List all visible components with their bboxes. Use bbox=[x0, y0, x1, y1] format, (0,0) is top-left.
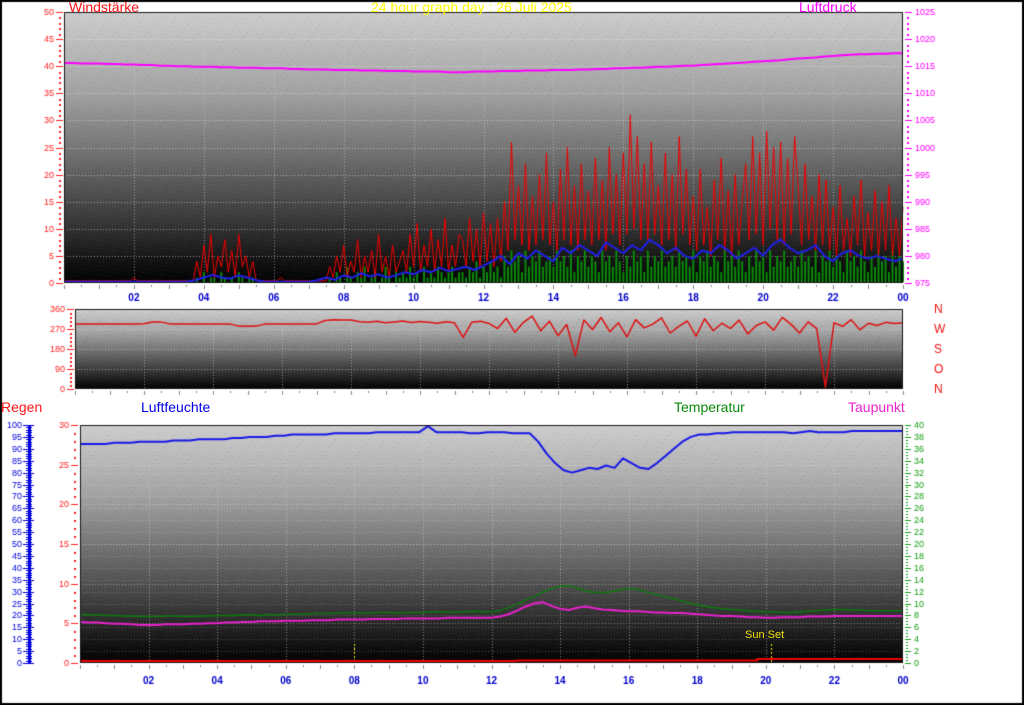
temperatur-label: Temperatur bbox=[674, 399, 745, 415]
windstaerke-label: Windstärke bbox=[69, 0, 140, 15]
luftdruck-label: Luftdruck bbox=[799, 0, 857, 15]
regen-label: Regen bbox=[1, 399, 43, 415]
weather-24h-graph: Windstärke 24 hour graph day : 26 Juli 2… bbox=[0, 0, 1024, 705]
weather-charts-canvas bbox=[0, 0, 1024, 705]
graph-title: 24 hour graph day : 26 Juli 2025 bbox=[371, 0, 572, 15]
sunset-label: Sun Set bbox=[745, 629, 785, 641]
luftfeuchte-label: Luftfeuchte bbox=[141, 399, 211, 415]
taupunkt-label: Taupunkt bbox=[848, 399, 905, 415]
